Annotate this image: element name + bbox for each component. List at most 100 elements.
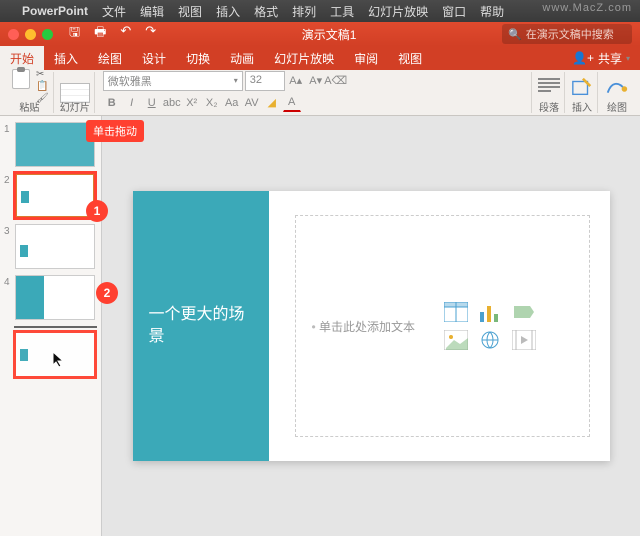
tab-slideshow[interactable]: 幻灯片放映	[264, 46, 344, 71]
slide-thumb-3[interactable]	[15, 224, 95, 269]
menu-format[interactable]: 格式	[254, 3, 278, 20]
slide-title: 一个更大的场景	[149, 304, 253, 349]
watermark: www.MacZ.com	[542, 2, 632, 14]
paragraph-label: 段落	[539, 99, 559, 114]
thumb-row: 1	[4, 122, 97, 167]
thumb-row: 4	[4, 275, 97, 320]
insert-table-icon[interactable]	[443, 301, 469, 323]
menu-insert[interactable]: 插入	[216, 3, 240, 20]
menu-tools[interactable]: 工具	[330, 3, 354, 20]
zoom-icon[interactable]	[42, 29, 53, 40]
content-placeholder[interactable]: 单击此处添加文本	[295, 215, 590, 437]
menu-slideshow[interactable]: 幻灯片放映	[368, 3, 428, 20]
insert-button[interactable]	[571, 76, 593, 98]
qat: 🖫 🖶 ↶ ↷	[61, 23, 156, 45]
superscript-button[interactable]: X²	[183, 94, 201, 112]
menu-help[interactable]: 帮助	[480, 3, 504, 20]
annotation-callout: 单击拖动	[86, 120, 102, 142]
window-titlebar: 🖫 🖶 ↶ ↷ 演示文稿1 🔍 在演示文稿中搜索	[0, 22, 640, 46]
main-area: 单击拖动 1 2 1 2 3 4 一个更大的场景	[0, 116, 640, 536]
change-case-button[interactable]: Aa	[223, 94, 241, 112]
bold-button[interactable]: B	[103, 94, 121, 112]
char-spacing-button[interactable]: AV	[243, 94, 261, 112]
copy-icon[interactable]: 📋	[36, 81, 49, 92]
subscript-button[interactable]: X₂	[203, 94, 221, 112]
tab-review[interactable]: 审阅	[344, 46, 388, 71]
annotation-badge-1: 1	[86, 200, 102, 222]
thumb-row: 2	[4, 173, 97, 218]
cursor-icon	[52, 351, 66, 369]
save-icon[interactable]: 🖫	[69, 23, 80, 45]
insert-smartart-icon[interactable]	[511, 301, 537, 323]
menu-file[interactable]: 文件	[102, 3, 126, 20]
drop-indicator	[14, 326, 97, 328]
insert-online-picture-icon[interactable]	[477, 329, 503, 351]
slides-label: 幻灯片	[60, 99, 90, 114]
font-size-selector[interactable]: 32	[245, 71, 285, 91]
cut-icon[interactable]: ✂	[36, 69, 49, 80]
person-icon: 👤+	[572, 51, 594, 65]
chevron-down-icon: ▾	[626, 54, 630, 63]
slide-thumb-1[interactable]	[15, 122, 95, 167]
ribbon: ✂ 📋 🖌 粘贴 幻灯片 微软雅黑▾ 32 A▴ A▾ A⌫ B I U abc…	[0, 70, 640, 116]
menu-edit[interactable]: 编辑	[140, 3, 164, 20]
insert-group: 插入	[567, 72, 598, 113]
insert-picture-icon[interactable]	[443, 329, 469, 351]
current-slide[interactable]: 一个更大的场景 单击此处添加文本	[133, 191, 610, 461]
underline-button[interactable]: U	[143, 94, 161, 112]
placeholder-text: 单击此处添加文本	[312, 318, 416, 335]
strikethrough-button[interactable]: abc	[163, 94, 181, 112]
search-icon: 🔍	[508, 28, 522, 41]
thumb-row: 3	[4, 224, 97, 269]
document-title: 演示文稿1	[156, 26, 502, 43]
slide-thumb-4[interactable]	[15, 275, 95, 320]
highlight-button[interactable]: ◢	[263, 94, 281, 112]
menu-view[interactable]: 视图	[178, 3, 202, 20]
minimize-icon[interactable]	[25, 29, 36, 40]
slide-thumbnails: 单击拖动 1 2 1 2 3 4	[0, 116, 102, 536]
close-icon[interactable]	[8, 29, 19, 40]
clear-format-icon[interactable]: A⌫	[327, 72, 345, 90]
insert-chart-icon[interactable]	[477, 301, 503, 323]
tab-draw[interactable]: 绘图	[88, 46, 132, 71]
draw-button[interactable]	[604, 76, 630, 98]
menu-window[interactable]: 窗口	[442, 3, 466, 20]
search-input[interactable]: 🔍 在演示文稿中搜索	[502, 24, 632, 44]
italic-button[interactable]: I	[123, 94, 141, 112]
font-group: 微软雅黑▾ 32 A▴ A▾ A⌫ B I U abc X² X₂ Aa AV …	[97, 72, 532, 113]
tab-insert[interactable]: 插入	[44, 46, 88, 71]
decrease-font-icon[interactable]: A▾	[307, 72, 325, 90]
traffic-lights	[0, 29, 61, 40]
tab-animations[interactable]: 动画	[220, 46, 264, 71]
slide-canvas[interactable]: 一个更大的场景 单击此处添加文本	[102, 116, 640, 536]
draw-label: 绘图	[607, 99, 627, 114]
increase-font-icon[interactable]: A▴	[287, 72, 305, 90]
print-icon[interactable]: 🖶	[94, 23, 106, 45]
placeholder-icons	[443, 301, 539, 351]
ribbon-tabs: 开始 插入 绘图 设计 切换 动画 幻灯片放映 审阅 视图 👤+ 共享 ▾	[0, 46, 640, 70]
redo-icon[interactable]: ↷	[145, 23, 156, 45]
slide-thumb-2[interactable]	[15, 173, 95, 218]
clipboard-group: ✂ 📋 🖌 粘贴	[6, 72, 54, 113]
paragraph-button[interactable]	[538, 78, 560, 96]
slide-thumb-drag[interactable]	[15, 332, 95, 377]
paste-button[interactable]	[10, 69, 32, 91]
app-name[interactable]: PowerPoint	[22, 4, 88, 18]
menu-arrange[interactable]: 排列	[292, 3, 316, 20]
undo-icon[interactable]: ↶	[120, 23, 131, 45]
slide-title-region[interactable]: 一个更大的场景	[133, 191, 269, 461]
thumb-row-dragging	[4, 332, 97, 377]
share-button[interactable]: 👤+ 共享 ▾	[562, 50, 640, 67]
mac-menubar: PowerPoint 文件 编辑 视图 插入 格式 排列 工具 幻灯片放映 窗口…	[0, 0, 640, 22]
insert-video-icon[interactable]	[511, 329, 537, 351]
search-placeholder: 在演示文稿中搜索	[526, 26, 614, 42]
font-selector[interactable]: 微软雅黑▾	[103, 71, 243, 91]
tab-design[interactable]: 设计	[132, 46, 176, 71]
tab-view[interactable]: 视图	[388, 46, 432, 71]
tab-transitions[interactable]: 切换	[176, 46, 220, 71]
font-color-button[interactable]: A	[283, 94, 301, 112]
insert-label: 插入	[572, 99, 592, 114]
slide-content-region[interactable]: 单击此处添加文本	[269, 191, 610, 461]
clipboard-label: 粘贴	[19, 99, 39, 114]
paragraph-group: 段落	[534, 72, 565, 113]
